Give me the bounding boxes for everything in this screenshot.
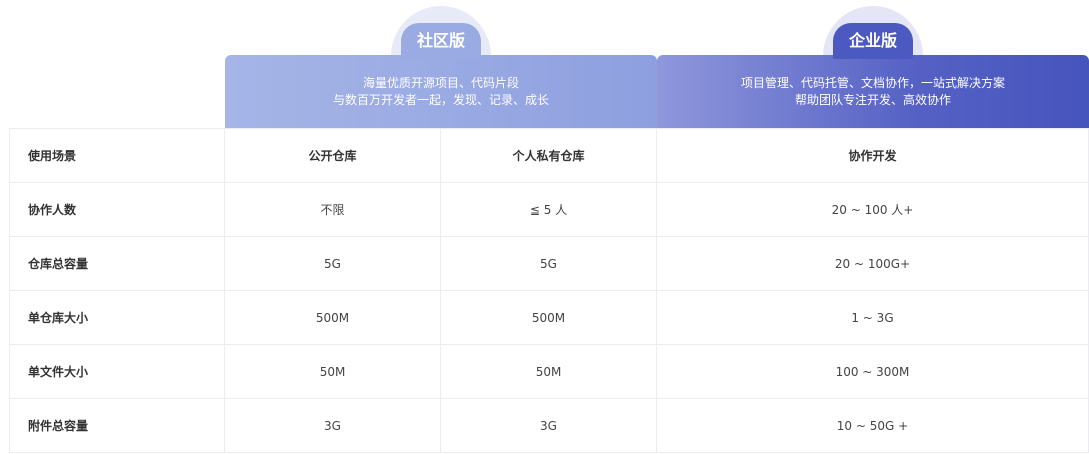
community-public-cell: 500M <box>225 291 441 344</box>
enterprise-cell: 10 ~ 50G + <box>657 399 1089 452</box>
tab-community[interactable]: 社区版 <box>401 23 481 59</box>
table-row: 单文件大小 50M 50M 100 ~ 300M <box>9 345 1089 399</box>
row-label: 单文件大小 <box>9 345 225 398</box>
community-public-cell: 公开仓库 <box>225 129 441 182</box>
row-label: 使用场景 <box>9 129 225 182</box>
community-private-cell: 3G <box>441 399 657 452</box>
row-label: 仓库总容量 <box>9 237 225 290</box>
community-desc-line2: 与数百万开发者一起，发现、记录、成长 <box>332 93 549 107</box>
community-desc-line1: 海量优质开源项目、代码片段 <box>362 76 519 90</box>
enterprise-desc-line1: 项目管理、代码托管、文档协作，一站式解决方案 <box>740 76 1005 90</box>
community-private-cell: 5G <box>441 237 657 290</box>
plan-comparison: 海量优质开源项目、代码片段 与数百万开发者一起，发现、记录、成长 项目管理、代码… <box>9 0 1089 454</box>
table-row: 协作人数 不限 ≦ 5 人 20 ~ 100 人+ <box>9 183 1089 237</box>
table-row: 仓库总容量 5G 5G 20 ~ 100G+ <box>9 237 1089 291</box>
community-private-cell: 500M <box>441 291 657 344</box>
row-label: 协作人数 <box>9 183 225 236</box>
community-public-cell: 50M <box>225 345 441 398</box>
community-header: 海量优质开源项目、代码片段 与数百万开发者一起，发现、记录、成长 <box>225 55 657 128</box>
enterprise-desc-line2: 帮助团队专注开发、高效协作 <box>794 93 951 107</box>
enterprise-cell: 100 ~ 300M <box>657 345 1089 398</box>
enterprise-cell: 20 ~ 100 人+ <box>657 183 1089 236</box>
comparison-table: 使用场景 公开仓库 个人私有仓库 协作开发 协作人数 不限 ≦ 5 人 20 ~… <box>9 128 1089 453</box>
table-row: 附件总容量 3G 3G 10 ~ 50G + <box>9 399 1089 453</box>
enterprise-cell: 20 ~ 100G+ <box>657 237 1089 290</box>
row-label: 单仓库大小 <box>9 291 225 344</box>
tab-enterprise[interactable]: 企业版 <box>833 23 913 59</box>
enterprise-cell: 协作开发 <box>657 129 1089 182</box>
community-private-cell: ≦ 5 人 <box>441 183 657 236</box>
community-public-cell: 不限 <box>225 183 441 236</box>
table-row: 使用场景 公开仓库 个人私有仓库 协作开发 <box>9 129 1089 183</box>
enterprise-cell: 1 ~ 3G <box>657 291 1089 344</box>
community-private-cell: 50M <box>441 345 657 398</box>
community-public-cell: 5G <box>225 237 441 290</box>
table-row: 单仓库大小 500M 500M 1 ~ 3G <box>9 291 1089 345</box>
enterprise-header: 项目管理、代码托管、文档协作，一站式解决方案 帮助团队专注开发、高效协作 <box>657 55 1089 128</box>
row-label: 附件总容量 <box>9 399 225 452</box>
community-private-cell: 个人私有仓库 <box>441 129 657 182</box>
community-public-cell: 3G <box>225 399 441 452</box>
